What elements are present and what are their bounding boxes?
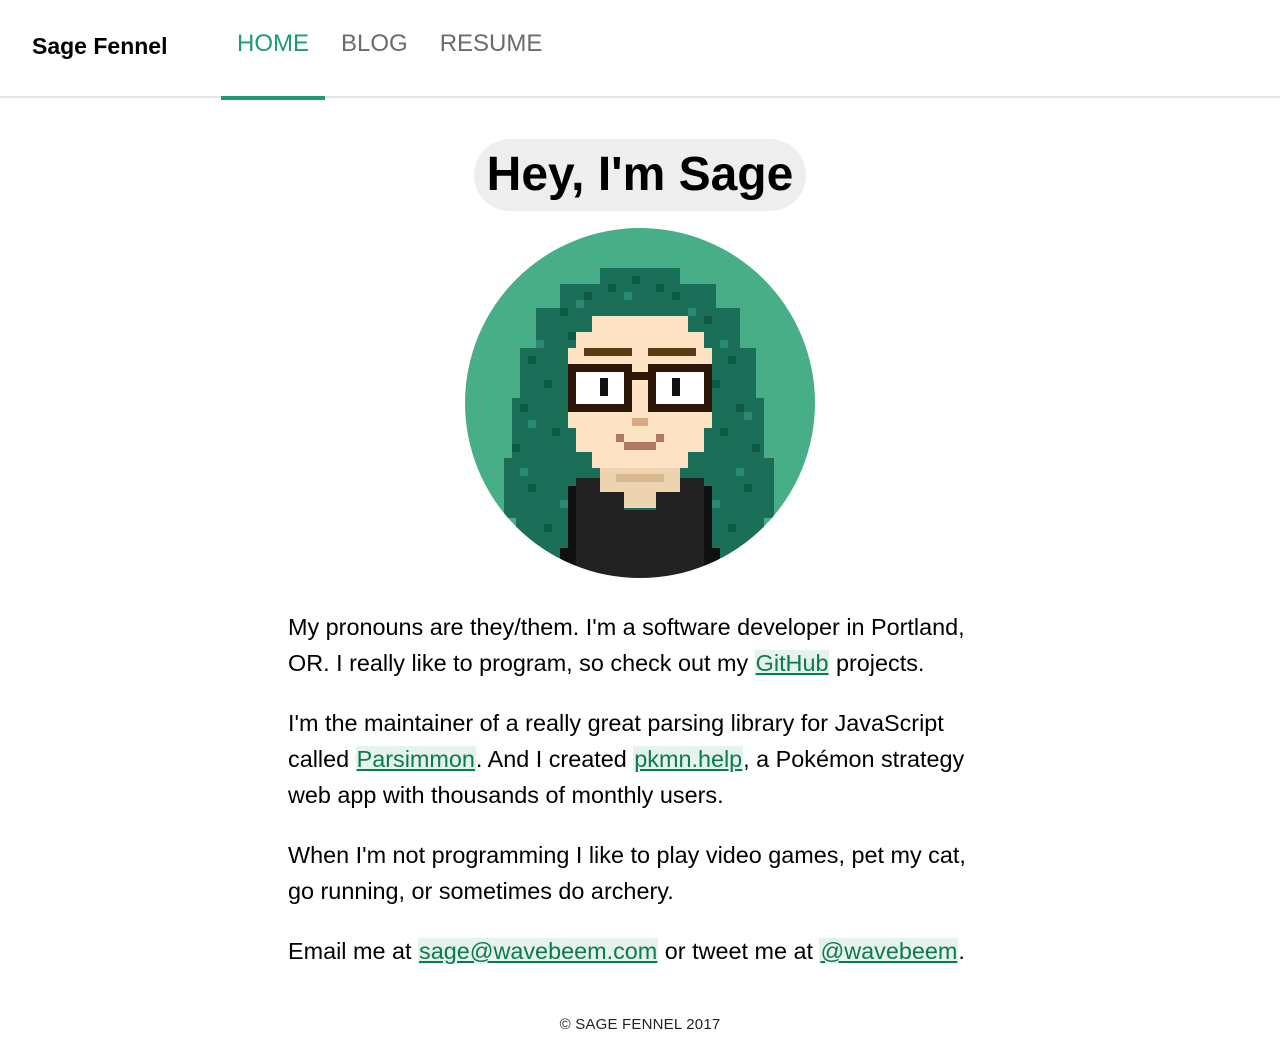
greeting-heading: Hey, I'm Sage bbox=[474, 139, 806, 211]
email-link[interactable]: sage@wavebeem.com bbox=[418, 938, 659, 964]
greeting-prefix: Hey, I'm bbox=[486, 148, 679, 201]
main-nav: HOME BLOG RESUME bbox=[221, 0, 559, 100]
contact-paragraph: Email me at sage@wavebeem.com or tweet m… bbox=[288, 938, 965, 964]
github-link[interactable]: GitHub bbox=[754, 650, 830, 676]
copyright-footer: © SAGE FENNEL 2017 bbox=[559, 1016, 721, 1033]
nav-resume[interactable]: RESUME bbox=[424, 0, 559, 98]
pixel-art-avatar-icon bbox=[465, 228, 815, 578]
nav-home[interactable]: HOME bbox=[221, 0, 325, 100]
projects-paragraph: I'm the maintainer of a really great par… bbox=[288, 710, 965, 808]
pkmn-help-link[interactable]: pkmn.help bbox=[633, 746, 744, 772]
intro-content: My pronouns are they/them. I'm a softwar… bbox=[288, 609, 992, 993]
hobbies-paragraph: When I'm not programming I like to play … bbox=[288, 842, 966, 904]
parsimmon-link[interactable]: Parsimmon bbox=[355, 746, 476, 772]
greeting-name: Sage bbox=[678, 148, 794, 201]
site-name[interactable]: Sage Fennel bbox=[32, 33, 167, 60]
nav-blog[interactable]: BLOG bbox=[325, 0, 424, 98]
twitter-link[interactable]: @wavebeem bbox=[819, 938, 959, 964]
intro-paragraph: My pronouns are they/them. I'm a softwar… bbox=[288, 614, 965, 676]
top-navigation-bar: Sage Fennel HOME BLOG RESUME bbox=[0, 0, 1280, 100]
